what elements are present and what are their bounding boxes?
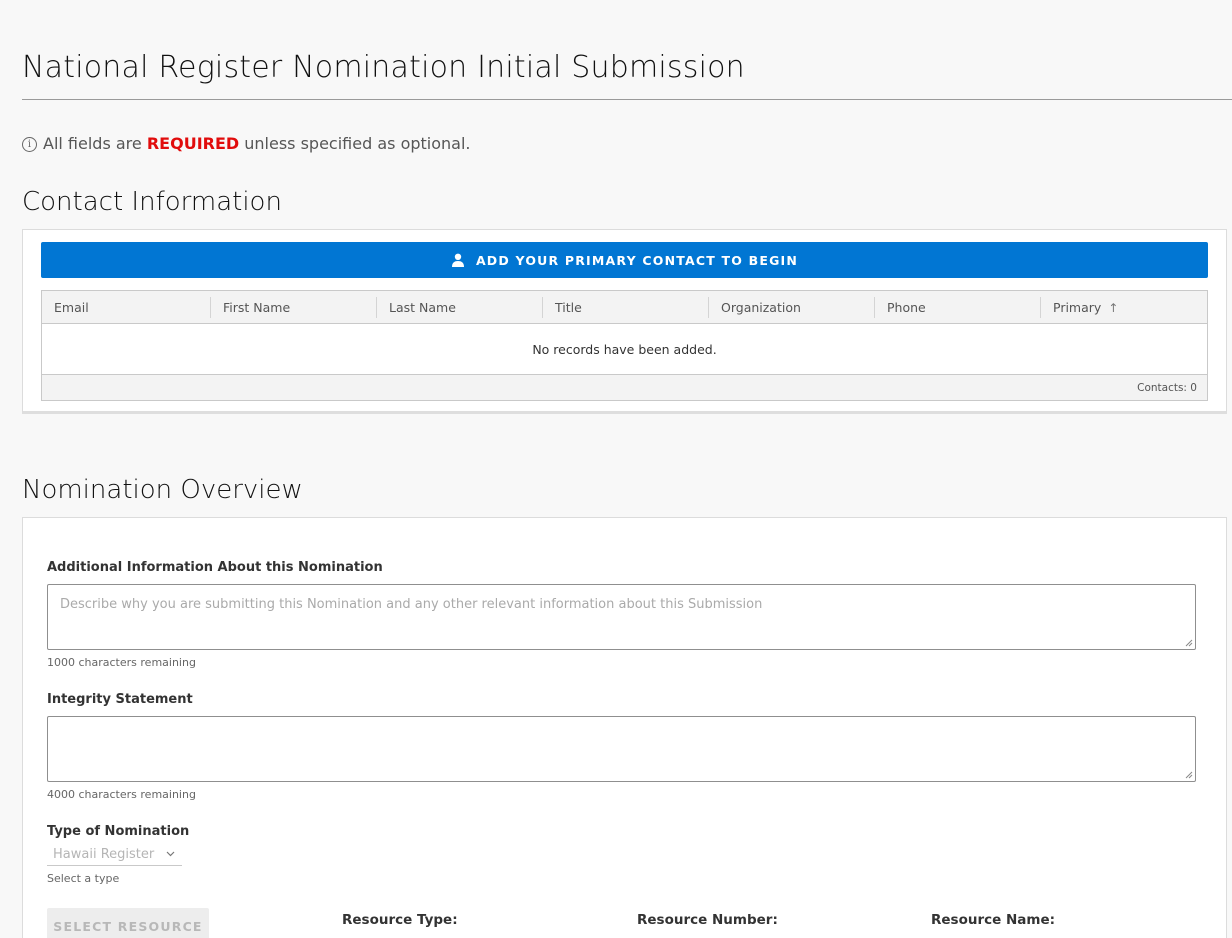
chevron-down-icon xyxy=(166,851,175,857)
contacts-table: Email First Name Last Name Title Organiz… xyxy=(41,290,1208,401)
nomination-type-label: Type of Nomination xyxy=(47,824,190,839)
contact-card: ADD YOUR PRIMARY CONTACT TO BEGIN Email … xyxy=(22,229,1227,414)
table-footer: Contacts: 0 xyxy=(42,375,1207,400)
column-header-email[interactable]: Email xyxy=(42,291,89,324)
column-header-organization[interactable]: Organization xyxy=(709,291,801,324)
resource-type-label: Resource Type: xyxy=(342,912,458,928)
nomination-type-select[interactable]: Hawaii Register xyxy=(47,844,182,866)
integrity-statement-label: Integrity Statement xyxy=(47,692,193,707)
additional-info-char-count: 1000 characters remaining xyxy=(47,656,196,669)
arrow-up-icon: ↑ xyxy=(1108,300,1119,315)
table-header: Email First Name Last Name Title Organiz… xyxy=(42,291,1207,324)
additional-info-placeholder: Describe why you are submitting this Nom… xyxy=(60,597,763,612)
add-primary-contact-label: ADD YOUR PRIMARY CONTACT TO BEGIN xyxy=(475,252,799,268)
nomination-type-helper: Select a type xyxy=(47,872,120,885)
required-keyword: REQUIRED xyxy=(146,134,240,153)
contact-section-title: Contact Information xyxy=(22,187,282,217)
contacts-count: Contacts: 0 xyxy=(1137,381,1197,394)
info-icon: i xyxy=(22,137,37,152)
resize-grip-icon[interactable] xyxy=(1185,639,1193,647)
integrity-statement-char-count: 4000 characters remaining xyxy=(47,788,196,801)
column-header-primary[interactable]: Primary ↑ xyxy=(1041,291,1118,324)
required-fields-note: i All fields are REQUIRED unless specifi… xyxy=(22,134,471,153)
integrity-statement-textarea[interactable] xyxy=(47,716,1196,782)
column-header-title[interactable]: Title xyxy=(543,291,582,324)
resource-name-label: Resource Name: xyxy=(931,912,1056,928)
additional-info-textarea[interactable]: Describe why you are submitting this Nom… xyxy=(47,584,1196,650)
empty-table-message: No records have been added. xyxy=(42,324,1207,375)
person-icon xyxy=(451,253,464,267)
resize-grip-icon[interactable] xyxy=(1185,771,1193,779)
column-header-last-name[interactable]: Last Name xyxy=(377,291,456,324)
resource-number-label: Resource Number: xyxy=(637,912,778,928)
title-divider xyxy=(22,99,1232,100)
page-title: National Register Nomination Initial Sub… xyxy=(22,50,745,85)
nomination-type-value: Hawaii Register xyxy=(53,847,155,862)
column-header-first-name[interactable]: First Name xyxy=(211,291,290,324)
additional-info-label: Additional Information About this Nomina… xyxy=(47,560,383,575)
select-resource-button[interactable]: SELECT RESOURCE xyxy=(47,908,209,938)
required-note-prefix: All fields are xyxy=(43,134,142,153)
column-header-phone[interactable]: Phone xyxy=(875,291,926,324)
add-primary-contact-button[interactable]: ADD YOUR PRIMARY CONTACT TO BEGIN xyxy=(41,242,1208,278)
required-note-suffix: unless specified as optional. xyxy=(244,134,471,153)
overview-section-title: Nomination Overview xyxy=(22,475,303,505)
